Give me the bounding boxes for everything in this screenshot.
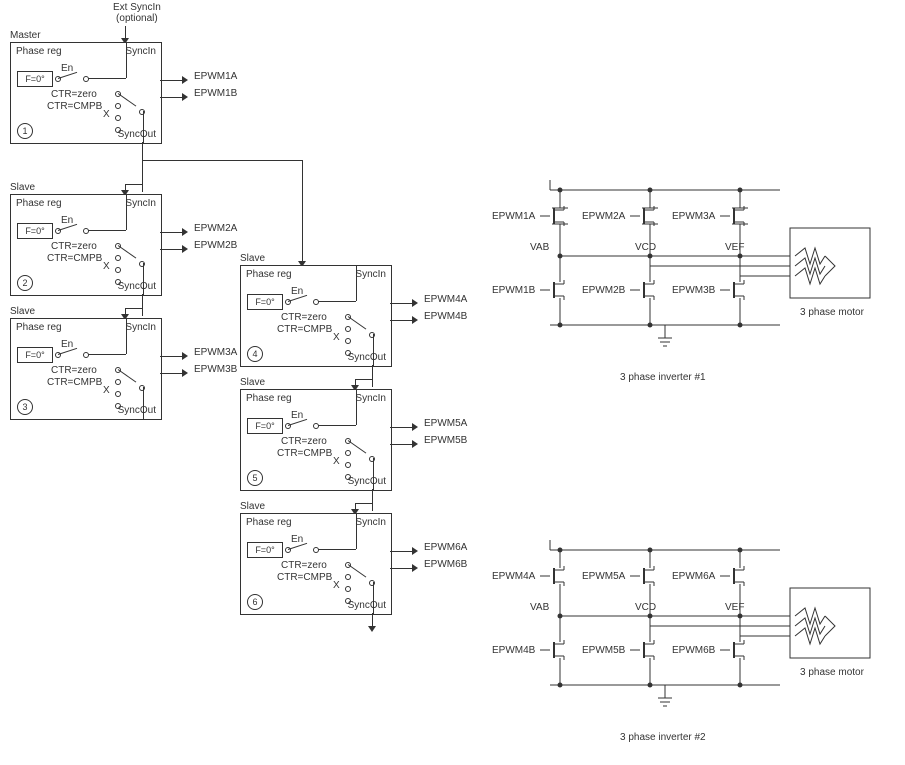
inv1-botA: EPWM1B xyxy=(492,285,536,296)
syncout-label: SyncOut xyxy=(118,129,156,140)
module-6-role: Slave xyxy=(240,501,265,512)
inv1-caption: 3 phase inverter #1 xyxy=(620,372,706,383)
inv2-phB: VCD xyxy=(635,602,656,613)
module-1-role: Master xyxy=(10,30,41,41)
epwm6b-label: EPWM6B xyxy=(424,559,467,570)
inv1-botC: EPWM3B xyxy=(672,285,716,296)
epwm5b-label: EPWM5B xyxy=(424,435,467,446)
inv2-botC: EPWM6B xyxy=(672,645,716,656)
epwm-module-4: Phase reg SyncIn F=0° En CTR=zero CTR=CM… xyxy=(240,265,392,367)
epwm3b-label: EPWM3B xyxy=(194,364,237,375)
x-label: X xyxy=(103,109,110,120)
inverter-2-schematic: EPWM4A EPWM5A EPWM6A EPWM4B EPWM5B EPWM6… xyxy=(490,530,890,765)
epwm1b-arrow xyxy=(160,92,190,102)
epwm1a-label: EPWM1A xyxy=(194,71,237,82)
epwm-module-3: Phase reg SyncIn F=0° En CTR=zero CTR=CM… xyxy=(10,318,162,420)
epwm2b-label: EPWM2B xyxy=(194,240,237,251)
module-5-role: Slave xyxy=(240,377,265,388)
inv2-botB: EPWM5B xyxy=(582,645,626,656)
inv2-phA: VAB xyxy=(530,602,550,613)
inverter-1-schematic: EPWM1A EPWM2A EPWM3A EPWM1B EPWM2B EPWM3… xyxy=(490,170,890,405)
module-number: 1 xyxy=(17,123,33,139)
inv1-phB: VCD xyxy=(635,242,656,253)
epwm3a-label: EPWM3A xyxy=(194,347,237,358)
ctr-zero-label: CTR=zero xyxy=(51,89,97,100)
inv2-phC: VEF xyxy=(725,602,744,613)
epwm-module-2: Phase reg SyncIn F=0° En CTR=zero CTR=CM… xyxy=(10,194,162,296)
sync-1-2 xyxy=(142,142,143,192)
module-3-role: Slave xyxy=(10,306,35,317)
syncin-label: SyncIn xyxy=(125,46,156,57)
epwm-module-6: Phase reg SyncIn F=0° En CTR=zero CTR=CM… xyxy=(240,513,392,615)
module-4-role: Slave xyxy=(240,253,265,264)
epwm5a-label: EPWM5A xyxy=(424,418,467,429)
epwm6a-label: EPWM6A xyxy=(424,542,467,553)
phase-value-box: F=0° xyxy=(17,71,53,87)
inv1-topC: EPWM3A xyxy=(672,211,716,222)
inv2-botA: EPWM4B xyxy=(492,645,536,656)
epwm1a-arrow xyxy=(160,75,190,85)
sync-1-4v xyxy=(302,160,303,263)
inv1-topB: EPWM2A xyxy=(582,211,626,222)
epwm-module-1: Phase reg SyncIn F=0° En CTR=zero CTR=CM… xyxy=(10,42,162,144)
inv2-motor: 3 phase motor xyxy=(800,667,865,678)
epwm4b-label: EPWM4B xyxy=(424,311,467,322)
inv2-topA: EPWM4A xyxy=(492,571,536,582)
epwm-module-5: Phase reg SyncIn F=0° En CTR=zero CTR=CM… xyxy=(240,389,392,491)
inv2-caption: 3 phase inverter #2 xyxy=(620,732,706,743)
inv1-phC: VEF xyxy=(725,242,744,253)
inv1-topA: EPWM1A xyxy=(492,211,536,222)
module-2-role: Slave xyxy=(10,182,35,193)
inv1-botB: EPWM2B xyxy=(582,285,626,296)
epwm1b-label: EPWM1B xyxy=(194,88,237,99)
inv1-phA: VAB xyxy=(530,242,550,253)
inv1-motor: 3 phase motor xyxy=(800,307,865,318)
inv2-topB: EPWM5A xyxy=(582,571,626,582)
epwm2a-label: EPWM2A xyxy=(194,223,237,234)
phase-reg-label: Phase reg xyxy=(16,46,62,57)
ctr-cmpb-label: CTR=CMPB xyxy=(47,101,102,112)
inv2-topC: EPWM6A xyxy=(672,571,716,582)
ext-syncin-label: Ext SyncIn (optional) xyxy=(113,2,161,24)
sync-1-4h xyxy=(142,160,302,161)
epwm4a-label: EPWM4A xyxy=(424,294,467,305)
